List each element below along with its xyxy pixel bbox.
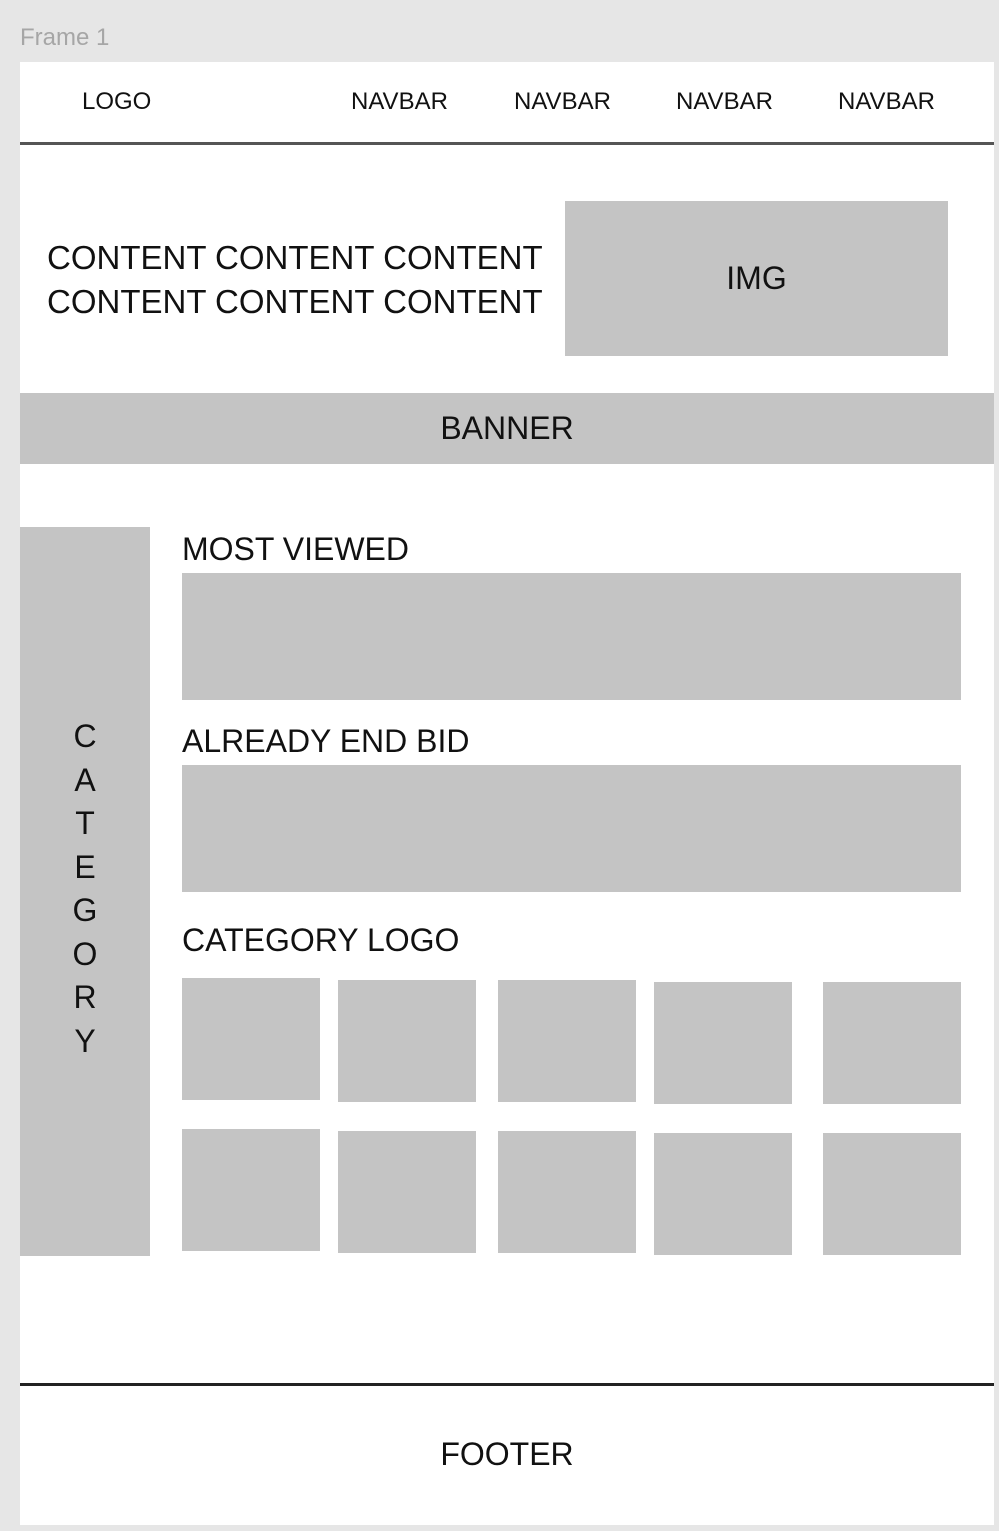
category-logo-tile[interactable] <box>182 1129 320 1251</box>
hero-image-label: IMG <box>726 260 787 296</box>
category-logo-tile[interactable] <box>654 982 792 1104</box>
nav-item-1[interactable]: NAVBAR <box>351 88 448 116</box>
category-sidebar-label: C A T E G O R Y <box>72 718 98 1059</box>
category-sidebar[interactable]: C A T E G O R Y <box>20 527 150 1256</box>
banner-label: BANNER <box>440 410 574 446</box>
hero-text-line-2: CONTENT CONTENT CONTENT <box>47 283 543 320</box>
footer-divider <box>20 1383 994 1386</box>
hero-text-line-1: CONTENT CONTENT CONTENT <box>47 239 543 276</box>
category-logo-tile[interactable] <box>338 1131 476 1253</box>
footer: FOOTER <box>440 1436 574 1472</box>
most-viewed-title: MOST VIEWED <box>182 531 409 567</box>
frame-title: Frame 1 <box>20 24 110 51</box>
hero-content: CONTENT CONTENT CONTENT CONTENT CONTENT … <box>47 236 543 324</box>
category-logo-tile[interactable] <box>823 1133 961 1255</box>
nav-item-4[interactable]: NAVBAR <box>838 88 935 116</box>
wireframe-page: LOGO NAVBAR NAVBAR NAVBAR NAVBAR CONTENT… <box>20 62 994 1525</box>
category-logo-tile[interactable] <box>498 1131 636 1253</box>
category-logo-tile[interactable] <box>338 980 476 1102</box>
most-viewed-list[interactable] <box>182 573 961 700</box>
header-divider <box>20 142 994 145</box>
nav-item-2[interactable]: NAVBAR <box>514 88 611 116</box>
category-logo-tile[interactable] <box>182 978 320 1100</box>
category-logo-tile[interactable] <box>823 982 961 1104</box>
category-logo-title: CATEGORY LOGO <box>182 922 460 958</box>
already-end-bid-list[interactable] <box>182 765 961 892</box>
banner[interactable]: BANNER <box>20 393 994 464</box>
nav-item-3[interactable]: NAVBAR <box>676 88 773 116</box>
category-logo-tile[interactable] <box>654 1133 792 1255</box>
already-end-bid-title: ALREADY END BID <box>182 723 470 759</box>
hero-image-placeholder: IMG <box>565 201 948 356</box>
header-logo[interactable]: LOGO <box>82 88 151 116</box>
category-logo-tile[interactable] <box>498 980 636 1102</box>
